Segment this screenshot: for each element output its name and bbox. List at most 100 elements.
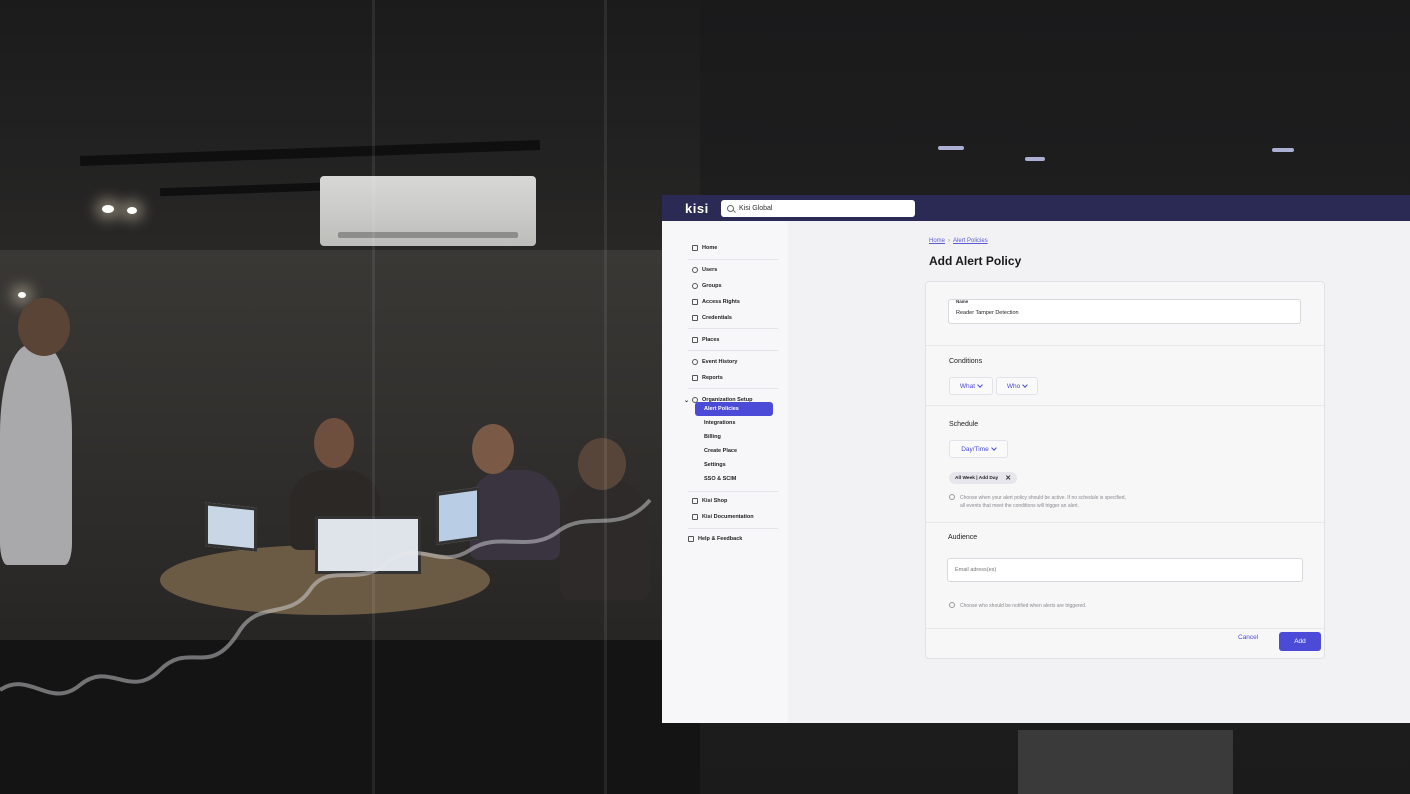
help-icon: [688, 536, 694, 542]
app-window: kisi Kisi Global Home Users Groups Acces…: [662, 195, 1410, 723]
name-field[interactable]: Name Reader Tamper Detection: [948, 299, 1301, 324]
section-divider: [926, 522, 1326, 523]
bulb-icon: [949, 602, 955, 608]
search-value: Kisi Global: [739, 205, 773, 212]
who-dropdown[interactable]: Who: [996, 377, 1038, 395]
sidebar-subitem-integrations[interactable]: Integrations: [704, 418, 735, 428]
sidebar-subitem-billing[interactable]: Billing: [704, 432, 721, 442]
ceiling-light: [1272, 148, 1294, 152]
sidebar-item-help-feedback[interactable]: Help & Feedback: [688, 534, 742, 544]
person-head: [18, 298, 70, 356]
breadcrumb: Home › Alert Policies: [929, 238, 988, 244]
person-head: [472, 424, 514, 474]
credentials-icon: [692, 315, 698, 321]
schedule-hint-line-1: Choose when your alert policy should be …: [960, 495, 1126, 501]
event-history-icon: [692, 359, 698, 365]
sidebar-item-label: Kisi Shop: [702, 498, 728, 504]
add-button[interactable]: Add: [1279, 632, 1321, 651]
conditions-title: Conditions: [949, 358, 983, 365]
schedule-title: Schedule: [949, 421, 979, 428]
sidebar-item-access-rights[interactable]: Access Rights: [692, 297, 740, 307]
sidebar-item-label: Kisi Documentation: [702, 514, 754, 520]
breadcrumb-home-link[interactable]: Home: [929, 238, 945, 244]
schedule-chip-label: All Week | Add Day: [955, 475, 999, 481]
groups-icon: [692, 283, 698, 289]
main-content: Home › Alert Policies Add Alert Policy Nam…: [788, 221, 1410, 723]
top-bar: kisi Kisi Global: [662, 195, 1410, 221]
section-divider: [926, 345, 1326, 346]
sidebar-item-label: Event History: [702, 359, 738, 365]
sidebar-item-label: Access Rights: [702, 299, 740, 305]
home-icon: [692, 245, 698, 251]
sidebar-divider: [688, 259, 778, 260]
email-field[interactable]: Email adress(es): [947, 558, 1303, 582]
close-icon[interactable]: ✕: [1005, 474, 1011, 482]
sidebar-item-label: Users: [702, 267, 718, 273]
sidebar-item-groups[interactable]: Groups: [692, 281, 722, 291]
daytime-dropdown[interactable]: Day/Time: [949, 440, 1008, 458]
email-field-placeholder: Email adress(es): [955, 567, 997, 573]
what-dropdown-label: What: [959, 382, 976, 390]
breadcrumb-separator: ›: [948, 238, 951, 244]
section-divider: [926, 405, 1326, 406]
sidebar: Home Users Groups Access Rights Credenti…: [662, 221, 788, 723]
sidebar-item-kisi-shop[interactable]: Kisi Shop: [692, 496, 727, 506]
kisi-logo[interactable]: kisi: [685, 201, 709, 216]
alert-policy-form: Name Reader Tamper Detection Conditions …: [925, 281, 1326, 659]
name-field-label: Name: [956, 299, 969, 304]
chevron-down-icon: [990, 445, 997, 451]
sidebar-subitem-settings[interactable]: Settings: [704, 460, 726, 470]
search-icon: [727, 205, 734, 212]
who-dropdown-label: Who: [1006, 382, 1021, 390]
shop-icon: [692, 498, 698, 504]
sidebar-item-users[interactable]: Users: [692, 265, 717, 275]
cancel-button[interactable]: Cancel: [1238, 634, 1258, 641]
ceiling-lamp: [127, 207, 137, 214]
user-icon: [692, 267, 698, 273]
daytime-dropdown-label: Day/Time: [961, 445, 989, 453]
sidebar-item-event-history[interactable]: Event History: [692, 357, 737, 367]
audience-hint-text: Choose who should be notified when alert…: [960, 603, 1087, 609]
sidebar-divider: [688, 350, 778, 351]
sidebar-divider: [688, 328, 778, 329]
sidebar-item-credentials[interactable]: Credentials: [692, 313, 732, 323]
sidebar-divider: [688, 388, 778, 389]
name-field-value: Reader Tamper Detection: [956, 310, 1019, 316]
monitor-stand: [1018, 730, 1233, 794]
breadcrumb-current-link[interactable]: Alert Policies: [953, 238, 988, 244]
sidebar-subitem-alert-policies[interactable]: Alert Policies: [695, 402, 773, 416]
what-dropdown[interactable]: What: [949, 377, 993, 395]
sidebar-item-home[interactable]: Home: [692, 243, 717, 253]
chevron-down-icon: [977, 382, 983, 388]
sidebar-item-label: Home: [702, 245, 718, 251]
ceiling-lamp: [18, 292, 26, 298]
ceiling-light: [938, 146, 964, 150]
access-rights-icon: [692, 299, 698, 305]
ceiling-lamp: [102, 205, 114, 213]
schedule-chip[interactable]: All Week | Add Day ✕: [949, 472, 1018, 484]
sidebar-item-label: Credentials: [702, 315, 732, 321]
bulb-icon: [949, 494, 955, 500]
reports-icon: [692, 375, 698, 381]
search-input[interactable]: Kisi Global: [721, 200, 915, 217]
places-icon: [692, 337, 698, 343]
sidebar-subitem-sso-scim[interactable]: SSO & SCIM: [704, 474, 736, 484]
sidebar-item-kisi-documentation[interactable]: Kisi Documentation: [692, 512, 754, 522]
schedule-hint-line-2: all events that meet the conditions will…: [960, 503, 1079, 509]
sidebar-divider: [688, 528, 778, 529]
section-divider: [926, 628, 1326, 629]
chevron-down-icon: ⌄: [684, 397, 690, 404]
sidebar-item-label: Places: [702, 337, 720, 343]
sidebar-item-reports[interactable]: Reports: [692, 373, 723, 383]
schedule-hint: Choose when your alert policy should be …: [949, 494, 1126, 510]
document-icon: [692, 514, 698, 520]
ceiling-light: [1025, 157, 1045, 161]
audience-hint: Choose who should be notified when alert…: [949, 602, 1086, 610]
person-head: [314, 418, 354, 468]
sidebar-item-places[interactable]: Places: [692, 335, 719, 345]
sidebar-item-label: Help & Feedback: [698, 536, 743, 542]
chevron-down-icon: [1022, 382, 1029, 388]
sidebar-item-label: Reports: [702, 375, 723, 381]
sidebar-subitem-create-place[interactable]: Create Place: [704, 446, 737, 456]
sidebar-divider: [688, 491, 778, 492]
